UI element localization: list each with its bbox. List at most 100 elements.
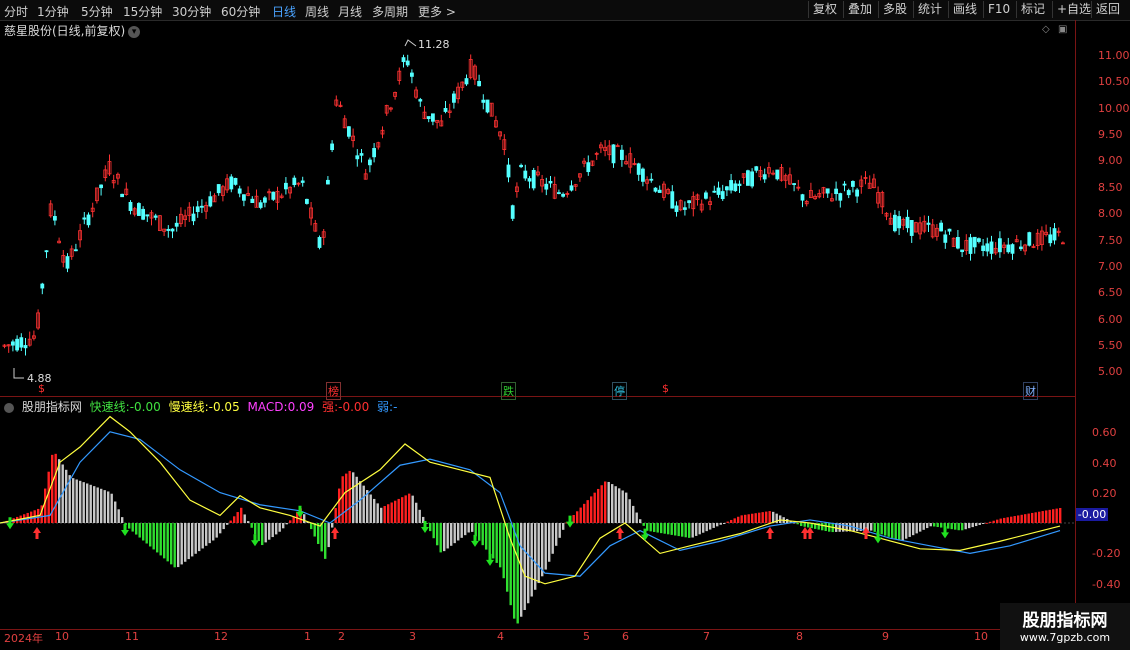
candle-body <box>1019 246 1023 250</box>
candle-body <box>292 177 297 186</box>
tab-fenshi[interactable]: 分时 <box>4 3 28 20</box>
histogram-bar <box>698 523 701 535</box>
histogram-bar <box>758 512 761 523</box>
f10-button[interactable]: F10 <box>983 1 1014 18</box>
adjust-button[interactable]: 复权 <box>808 1 841 18</box>
histogram-bar <box>243 514 246 523</box>
histogram-bar <box>887 523 890 537</box>
candle-body <box>557 192 561 194</box>
buy-arrow-icon <box>331 527 339 539</box>
histogram-bar <box>772 511 775 523</box>
histogram-bar <box>121 517 124 523</box>
histogram-bar <box>471 523 474 532</box>
histogram-bar <box>562 523 565 530</box>
histogram-bar <box>880 523 883 535</box>
histogram-bar <box>411 495 414 523</box>
tab-daily[interactable]: 日线 <box>272 3 296 20</box>
stats-button[interactable]: 统计 <box>913 1 946 18</box>
tab-15min[interactable]: 15分钟 <box>123 3 162 20</box>
low-pointer <box>13 368 24 379</box>
histogram-bar <box>135 523 138 535</box>
slow-line <box>0 431 1061 577</box>
histogram-bar <box>492 523 495 559</box>
price-tick: 7.50 <box>1098 234 1123 247</box>
histogram-bar <box>58 459 61 523</box>
candle-body <box>443 108 448 112</box>
tab-30min[interactable]: 30分钟 <box>172 3 211 20</box>
histogram-bar <box>992 520 995 523</box>
histogram-bar <box>429 523 432 532</box>
multi-stock-button[interactable]: 多股 <box>878 1 911 18</box>
candle-body <box>649 178 654 181</box>
site-watermark: 股朋指标网 www.7gpzb.com <box>1000 603 1130 650</box>
histogram-bar <box>824 523 827 532</box>
histogram-bar <box>75 479 78 523</box>
candle-body <box>989 241 994 254</box>
histogram-bar <box>355 476 358 523</box>
histogram-bar <box>254 523 257 535</box>
candle-body <box>241 194 246 201</box>
histogram-bar <box>201 523 204 549</box>
candle-body <box>527 178 532 182</box>
candle-body <box>82 217 87 220</box>
histogram-bar <box>464 523 467 536</box>
candle-body <box>120 193 124 198</box>
histogram-bar <box>1027 513 1030 523</box>
price-tick: 9.00 <box>1098 154 1123 167</box>
histogram-bar <box>1048 509 1051 523</box>
candlestick-chart[interactable] <box>0 20 1075 395</box>
buy-arrow-icon <box>33 527 41 539</box>
event-marker[interactable]: $ <box>661 382 670 395</box>
histogram-bar <box>324 523 327 559</box>
candle-body <box>174 222 179 227</box>
histogram-bar <box>590 496 593 523</box>
candle-body <box>250 198 255 203</box>
mark-button[interactable]: 标记 <box>1016 1 1049 18</box>
buy-arrow-icon <box>766 527 774 539</box>
candle-body <box>153 215 158 218</box>
tab-60min[interactable]: 60分钟 <box>221 3 260 20</box>
add-watchlist-button[interactable]: +自选 <box>1052 1 1095 18</box>
histogram-bar <box>800 523 803 527</box>
histogram-bar <box>457 523 460 541</box>
candle-body <box>170 228 175 232</box>
candle-body <box>897 216 901 229</box>
candle-body <box>166 228 171 231</box>
histogram-bar <box>114 501 117 523</box>
candle-body <box>430 113 435 122</box>
histogram-bar <box>478 523 481 541</box>
tab-more[interactable]: 更多 > <box>418 3 456 20</box>
histogram-bar <box>338 488 341 523</box>
indicator-chart[interactable] <box>0 398 1075 628</box>
event-marker[interactable]: $ <box>37 382 46 395</box>
tab-1min[interactable]: 1分钟 <box>37 3 69 20</box>
histogram-bar <box>604 481 607 523</box>
histogram-bar <box>663 523 666 534</box>
draw-button[interactable]: 画线 <box>948 1 981 18</box>
histogram-bar <box>583 503 586 523</box>
price-tick: 6.50 <box>1098 286 1123 299</box>
tab-multi-period[interactable]: 多周期 <box>372 3 408 20</box>
histogram-bar <box>100 488 103 523</box>
tab-weekly[interactable]: 周线 <box>305 3 329 20</box>
histogram-bar <box>138 523 141 538</box>
histogram-bar <box>884 523 887 536</box>
indicator-tick: 0.60 <box>1092 426 1117 439</box>
histogram-bar <box>677 523 680 537</box>
histogram-bar <box>957 523 960 531</box>
histogram-bar <box>44 488 47 523</box>
histogram-bar <box>450 523 453 546</box>
histogram-bar <box>1013 516 1016 523</box>
tab-monthly[interactable]: 月线 <box>338 3 362 20</box>
histogram-bar <box>96 487 99 523</box>
candle-body <box>687 200 691 204</box>
histogram-bar <box>261 523 264 546</box>
tab-5min[interactable]: 5分钟 <box>81 3 113 20</box>
histogram-bar <box>968 523 971 529</box>
overlay-button[interactable]: 叠加 <box>843 1 876 18</box>
candle-body <box>569 185 574 191</box>
price-tick: 5.00 <box>1098 365 1123 378</box>
candle-body <box>704 192 708 199</box>
back-button[interactable]: 返回 <box>1091 1 1124 18</box>
sell-arrow-icon <box>121 524 129 537</box>
